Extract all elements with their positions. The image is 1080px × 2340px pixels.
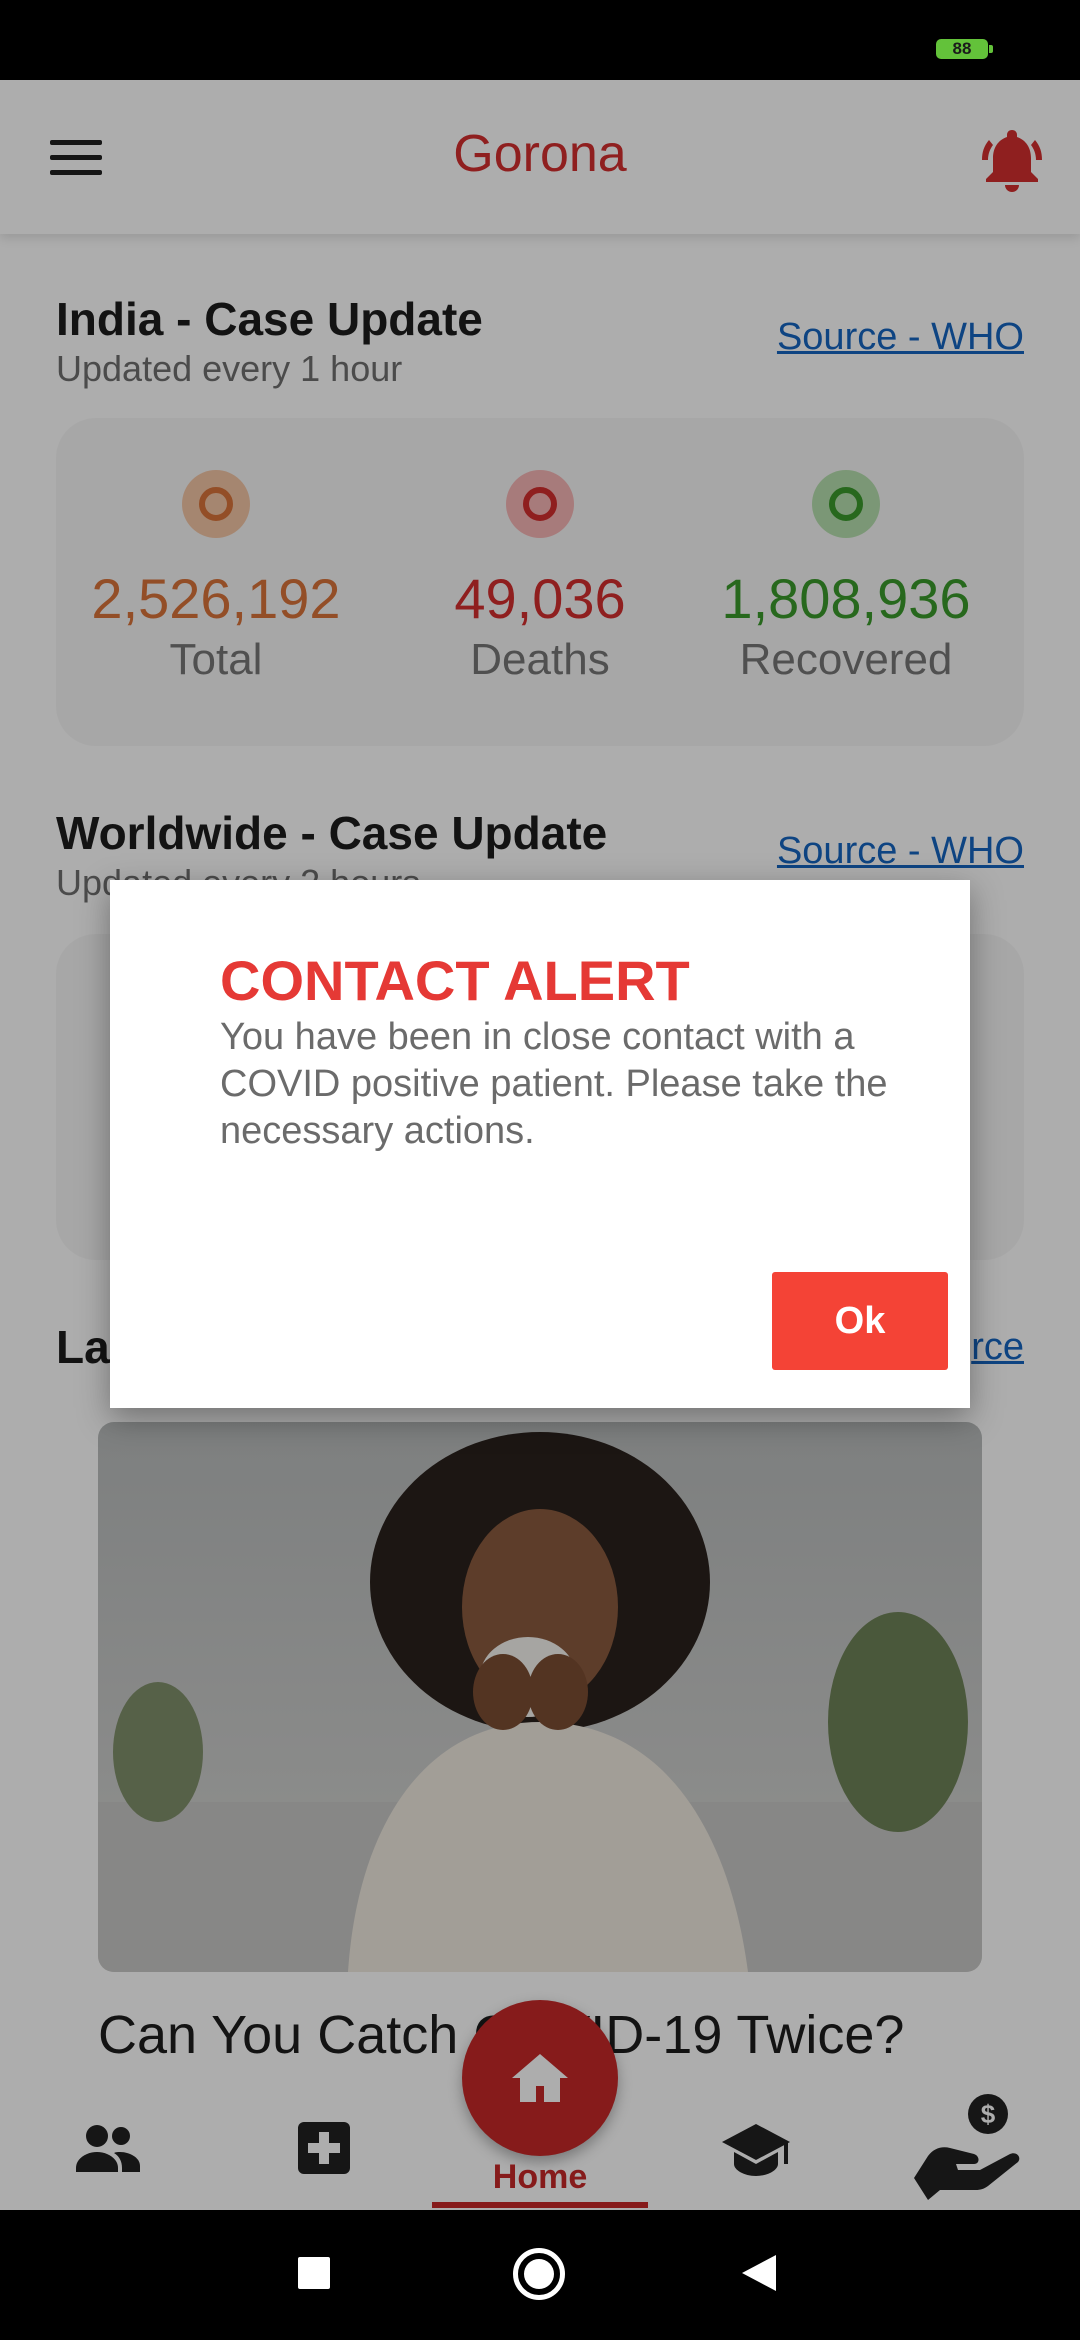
system-navigation-bar: [0, 2210, 1080, 2340]
home-system-icon[interactable]: [513, 2248, 565, 2300]
battery-indicator: 88: [936, 39, 993, 59]
dialog-title: CONTACT ALERT: [220, 949, 690, 1012]
back-icon[interactable]: [742, 2255, 776, 2291]
dialog-message: You have been in close contact with a CO…: [220, 1016, 888, 1152]
ok-button[interactable]: Ok: [772, 1272, 948, 1370]
status-bar: 88: [0, 0, 1080, 80]
contact-alert-dialog: CONTACT ALERT You have been in close con…: [110, 880, 970, 1408]
recents-icon[interactable]: [298, 2257, 330, 2289]
